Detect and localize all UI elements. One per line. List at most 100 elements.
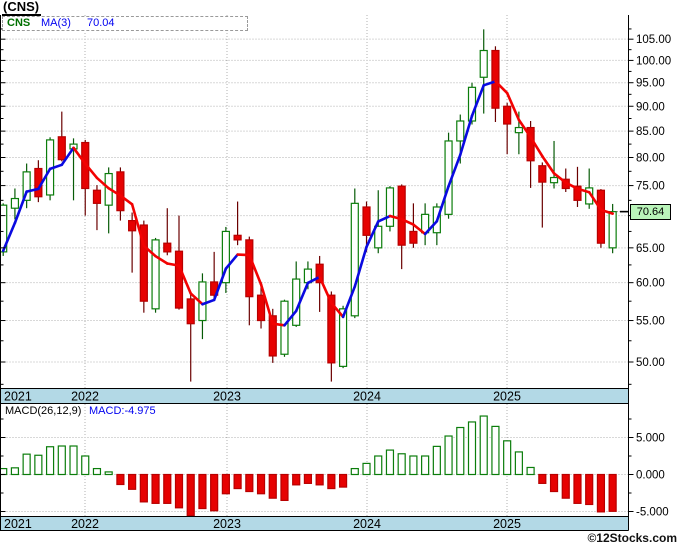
price-tick-label: 80.00 — [636, 152, 665, 164]
macd-bar — [467, 421, 477, 476]
legend-ma-label: MA(3) — [41, 17, 71, 29]
macd-bar — [128, 473, 137, 490]
macd-bar — [338, 473, 348, 488]
macd-bar — [596, 473, 606, 513]
macd-bar — [34, 454, 43, 476]
macd-bar — [585, 473, 594, 506]
macd-bar — [303, 473, 313, 484]
plot-frame — [0, 15, 629, 531]
macd-bar — [549, 473, 559, 493]
candle — [596, 189, 606, 248]
candle — [81, 139, 90, 216]
price-tick-label: 55.00 — [636, 316, 665, 328]
year-label: 2025 — [493, 517, 521, 531]
candle — [503, 102, 512, 155]
macd-value-label: MACD:-4.975 — [89, 405, 156, 417]
macd-bar — [104, 471, 113, 476]
macd-bar — [22, 453, 31, 476]
macd-bar — [561, 473, 570, 499]
macd-bar — [503, 440, 512, 476]
candle — [128, 212, 137, 273]
price-tick-label: 105.00 — [636, 34, 671, 46]
page-title: (CNS) — [2, 0, 42, 16]
macd-bar — [456, 426, 465, 476]
macd-bar — [186, 473, 195, 517]
candle — [57, 111, 66, 162]
macd-bar — [514, 451, 523, 476]
chart-canvas: 2021 2022 2023 2024 2025 2021 2022 2023 2024 2025… — [0, 15, 671, 531]
candle — [174, 215, 184, 310]
macd-bar — [233, 473, 242, 490]
macd-bar — [479, 415, 488, 476]
macd-bar — [151, 473, 160, 504]
price-tick-label: 60.00 — [636, 278, 665, 290]
candle — [280, 299, 289, 357]
candle — [34, 160, 43, 203]
year-label: 2024 — [353, 390, 381, 404]
price-tick-label: 100.00 — [636, 55, 671, 67]
macd-bar — [139, 473, 148, 503]
macd-legend: MACD(26,12,9) MACD:-4.975 — [5, 405, 156, 418]
candle — [479, 29, 488, 114]
candle — [538, 162, 547, 228]
macd-bar — [362, 462, 371, 476]
legend-ma-value: 70.04 — [87, 17, 115, 29]
candle — [104, 167, 113, 234]
macd-bar — [268, 473, 277, 499]
candle — [526, 121, 535, 188]
macd-bar — [116, 473, 125, 486]
macd-bar — [292, 473, 301, 486]
macd-bar — [573, 473, 582, 504]
macd-bar — [491, 425, 500, 476]
price-tick-label: 95.00 — [636, 78, 665, 90]
year-label: 2021 — [4, 517, 32, 531]
macd-bar — [444, 435, 453, 476]
macd-bar — [81, 455, 90, 476]
price-tick-label: 75.00 — [636, 181, 665, 193]
candle — [233, 201, 242, 246]
macd-bar — [163, 473, 172, 504]
macd-bar — [421, 455, 430, 476]
legend-symbol: CNS — [7, 17, 31, 29]
year-label: 2022 — [71, 390, 99, 404]
candle — [292, 261, 301, 327]
macd-bar — [608, 473, 617, 512]
macd-bar — [174, 473, 184, 509]
watermark: ©12Stocks.com — [587, 531, 677, 545]
candle — [608, 203, 617, 254]
year-label: 2023 — [213, 390, 241, 404]
candle — [186, 293, 195, 382]
gridlines — [0, 15, 629, 516]
candle — [198, 273, 207, 340]
year-label: 2023 — [213, 517, 241, 531]
macd-bar — [315, 473, 324, 486]
stock-chart-page: 2021 2022 2023 2024 2025 2021 2022 2023 2024 2025… — [0, 0, 680, 546]
price-tick-label: 85.00 — [636, 126, 665, 138]
price-tick-label: 90.00 — [636, 101, 665, 113]
macd-histogram — [0, 415, 617, 517]
year-label: 2021 — [4, 390, 32, 404]
macd-bar — [10, 467, 20, 476]
macd-bar — [0, 467, 8, 476]
macd-bar — [245, 473, 254, 493]
candle — [421, 203, 430, 246]
macd-bar — [198, 473, 207, 510]
macd-bar — [92, 467, 102, 476]
macd-tick-label: 5.000 — [636, 433, 665, 445]
price-tick-label: 65.00 — [636, 243, 665, 255]
macd-bar — [538, 473, 547, 484]
candle — [151, 237, 160, 313]
macd-bar — [350, 467, 359, 476]
candle — [585, 168, 594, 209]
year-label: 2024 — [353, 517, 381, 531]
macd-bar — [432, 445, 441, 476]
macd-bar — [69, 445, 78, 476]
macd-tick-label: 0.000 — [636, 470, 665, 482]
macd-bar — [221, 473, 230, 495]
price-tick-label: 50.00 — [636, 357, 665, 369]
candlestick-series — [0, 29, 617, 382]
macd-bar — [397, 453, 406, 476]
candle — [549, 140, 559, 189]
macd-bar — [210, 473, 219, 512]
year-label: 2022 — [71, 517, 99, 531]
